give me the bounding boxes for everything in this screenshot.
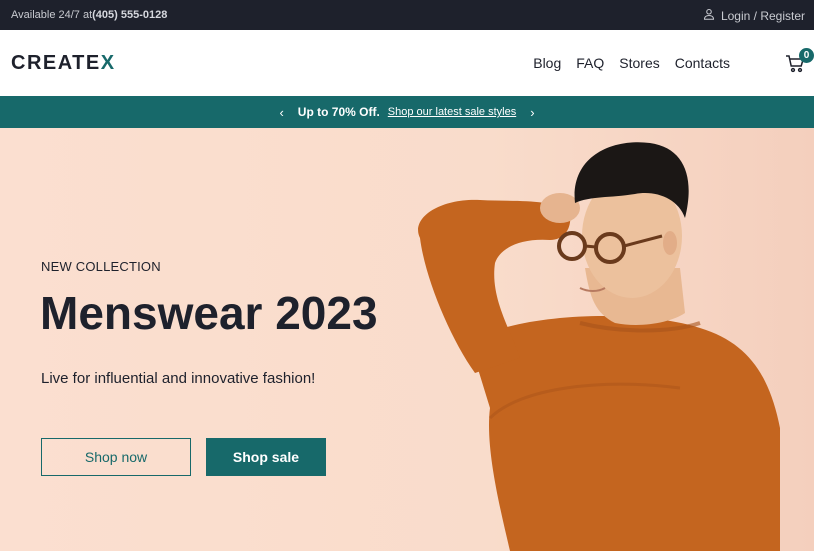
shop-sale-button[interactable]: Shop sale [206, 438, 326, 476]
cart-count-badge: 0 [799, 48, 814, 63]
promo-bar: ‹ Up to 70% Off. Shop our latest sale st… [0, 96, 814, 128]
login-register-label: Login / Register [720, 8, 805, 23]
chevron-right-icon[interactable]: › [526, 105, 538, 120]
promo-link[interactable]: Shop our latest sale styles [388, 106, 516, 118]
hero-model-image [418, 142, 780, 551]
nav-item-contacts[interactable]: Contacts [675, 55, 730, 71]
nav-item-stores[interactable]: Stores [619, 55, 659, 71]
phone-number[interactable]: (405) 555-0128 [92, 9, 167, 21]
shop-now-button[interactable]: Shop now [41, 438, 191, 476]
hero-subtitle: Live for influential and innovative fash… [41, 370, 316, 387]
availability-prefix: Available 24/7 at [11, 9, 93, 21]
logo-x: X [100, 52, 116, 74]
logo[interactable]: CREATE X [11, 52, 116, 75]
site-header: CREATE X Blog FAQ Stores Contacts 0 [0, 30, 814, 96]
logo-text: CREATE [11, 52, 101, 74]
chevron-left-icon[interactable]: ‹ [275, 105, 287, 120]
top-bar: Available 24/7 at(405) 555-0128 Login / … [0, 0, 814, 30]
user-icon [703, 8, 715, 23]
availability-text: Available 24/7 at(405) 555-0128 [11, 9, 167, 21]
nav-item-faq[interactable]: FAQ [576, 55, 604, 71]
hero-banner: NEW COLLECTION Menswear 2023 Live for in… [0, 128, 814, 551]
hero-eyebrow: NEW COLLECTION [41, 259, 161, 274]
promo-headline: Up to 70% Off. [297, 105, 380, 119]
login-register-link[interactable]: Login / Register [703, 8, 805, 23]
cart-button[interactable]: 0 [785, 48, 814, 77]
main-nav: Blog FAQ Stores Contacts [533, 55, 730, 71]
nav-item-blog[interactable]: Blog [533, 55, 561, 71]
hero-title: Menswear 2023 [40, 287, 378, 339]
